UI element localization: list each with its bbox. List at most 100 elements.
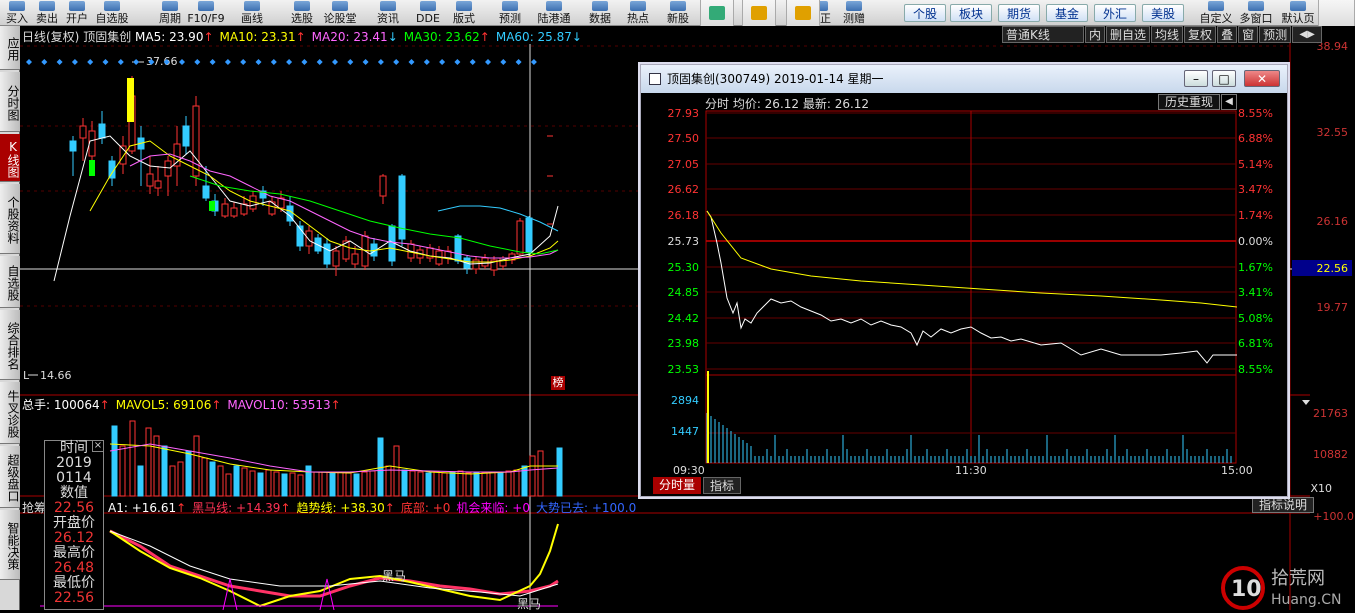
volume-bar (161, 445, 168, 497)
indicator-name: 抢筹 (22, 501, 47, 515)
app-icon (649, 73, 661, 85)
toolbar-item-18[interactable]: 测赠 (834, 0, 874, 26)
candle-body (202, 185, 210, 199)
sidebar-tab-2[interactable]: K线图 (0, 134, 20, 182)
volume-bar (289, 472, 296, 497)
toolbar-item-11[interactable]: 版式 (444, 0, 484, 26)
toolbar-item-8[interactable]: 论股堂 (320, 0, 360, 26)
toolbar-item-16[interactable]: 新股 (658, 0, 698, 26)
kline-control-7[interactable]: 预测 (1259, 26, 1292, 43)
toolbar-item-icon (546, 1, 562, 11)
kline-control-5[interactable]: 叠 (1217, 26, 1238, 43)
market-button-1[interactable]: 板块 (950, 4, 992, 22)
volume-bar (137, 465, 144, 497)
kline-nav-icon[interactable]: ◀▶ (1292, 26, 1323, 43)
sidebar-tab-4[interactable]: 自选股 (0, 256, 20, 308)
ma-item-label: MA60: 25.87 (495, 30, 572, 44)
sidebar-tab-8[interactable]: 智能决策 (0, 510, 20, 580)
ma-item-arrow: ↓ (387, 30, 398, 44)
history-nav-icon[interactable]: ◀ (1221, 94, 1237, 110)
volume-bar (329, 472, 336, 497)
ind-item-arrow: ↑ (280, 501, 291, 515)
intraday-svg: 27.93 8.55% 27.50 6.88% 27.05 5.14% 26.62 3.47%… (641, 93, 1287, 496)
right-pct-label: 8.55% (1238, 107, 1273, 120)
ind-item-5: 大势已去: +100.0 (536, 501, 636, 515)
toolbar-item-7[interactable]: 选股 (282, 0, 322, 26)
toolbar-item-icon (630, 1, 646, 11)
toolbar-item-5[interactable]: F10/F9 (186, 0, 226, 26)
toolbar-item-label: 自选股 (95, 12, 129, 25)
market-button-2[interactable]: 期货 (998, 4, 1040, 22)
volume-bar (145, 427, 152, 497)
sidebar-tab-6[interactable]: 牛叉诊股 (0, 382, 20, 444)
volume-bar (393, 445, 400, 497)
tab-fenshiliang[interactable]: 分时量 (653, 477, 702, 494)
kline-control-4[interactable]: 复权 (1184, 26, 1217, 43)
toolbar-item-label: 周期 (159, 12, 181, 25)
candle-body (472, 259, 480, 270)
info-date: 0114 (56, 470, 92, 486)
right-pct-label: 1.74% (1238, 209, 1273, 222)
market-button-5[interactable]: 美股 (1142, 4, 1184, 22)
tab-zhibiao[interactable]: 指标 (703, 477, 742, 494)
toolbar-item-15[interactable]: 热点 (618, 0, 658, 26)
volume-bar (193, 435, 200, 497)
history-replay-button[interactable]: 历史重现 (1158, 94, 1220, 110)
maximize-button[interactable]: □ (1212, 70, 1236, 87)
indicator-legend: A1: +16.61↑ 黑马线: +14.39↑ 趋势线: +38.30↑ 底部: +… (108, 501, 642, 515)
kline-control-6[interactable]: 窗 (1238, 26, 1259, 43)
toolbar-item-12[interactable]: 预测 (490, 0, 530, 26)
intraday-popup[interactable]: 顶固集创(300749) 2019-01-14 星期一 – □ ✕ 27.93 8… (640, 64, 1288, 497)
ma-item-1: MA10: 23.31↑ (220, 30, 306, 44)
market-button-4[interactable]: 外汇 (1094, 4, 1136, 22)
toolbar-item-4[interactable]: 周期 (150, 0, 190, 26)
minimize-button[interactable]: – (1184, 70, 1208, 87)
ind-item-0: A1: +16.61↑ (108, 501, 186, 515)
volume-bar (537, 450, 544, 497)
sidebar: 应用 分时图 K线图 个股资料 自选股 综合排名 牛叉诊股 超级盘口 智能决策 (0, 26, 20, 610)
info-open: 26.12 (53, 530, 95, 546)
grid-icon[interactable] (700, 0, 734, 26)
market-button-3[interactable]: 基金 (1046, 4, 1088, 22)
volume-bar (119, 445, 126, 497)
toolbar-item-20[interactable]: 多窗口 (1236, 0, 1276, 26)
toolbar-item-21[interactable]: 默认页 (1278, 0, 1318, 26)
sidebar-tab-0[interactable]: 应用 (0, 26, 20, 70)
sidebar-tab-3[interactable]: 个股资料 (0, 184, 20, 254)
toolbar-item-19[interactable]: 自定义 (1196, 0, 1236, 26)
toolbar-item-14[interactable]: 数据 (580, 0, 620, 26)
crosshair-info-box: 时间 2019 0114 数值 22.56 开盘价 26.12 最高价 26.4… (44, 440, 104, 610)
market-button-0[interactable]: 个股 (904, 4, 946, 22)
toolbar-item-1[interactable]: 卖出 (32, 0, 62, 26)
toolbar-item-9[interactable]: 资讯 (368, 0, 408, 26)
toolbar-item-3[interactable]: 自选股 (92, 0, 132, 26)
ind-item-arrow: ↑ (384, 501, 395, 515)
ind-item-label: 趋势线: +38.30 (296, 501, 385, 515)
volume-bar (297, 474, 304, 497)
indicator-explain-button[interactable]: 指标说明 (1252, 497, 1314, 513)
back-arrow-icon[interactable] (742, 0, 776, 26)
kline-control-2[interactable]: 删自选 (1106, 26, 1151, 43)
toolbar-item-10[interactable]: DDE (408, 0, 448, 26)
info-close-icon[interactable]: × (92, 440, 104, 452)
toolbar-item-13[interactable]: 陆港通 (534, 0, 574, 26)
refresh-icon[interactable] (1318, 0, 1355, 26)
current-price: 22.56 (1317, 262, 1349, 275)
close-button[interactable]: ✕ (1244, 70, 1280, 87)
down-arrow-icon[interactable] (786, 0, 820, 26)
toolbar-item-2[interactable]: 开户 (62, 0, 92, 26)
kline-control-3[interactable]: 均线 (1151, 26, 1184, 43)
volume-bar (217, 465, 224, 497)
watermark-url: Huang.CN (1271, 592, 1341, 608)
toolbar-item-icon (502, 1, 518, 11)
kline-control-1[interactable]: 内 (1085, 26, 1106, 43)
sidebar-tab-5[interactable]: 综合排名 (0, 310, 20, 380)
sidebar-tab-1[interactable]: 分时图 (0, 72, 20, 132)
sidebar-tab-7[interactable]: 超级盘口 (0, 446, 20, 508)
rank-badge[interactable]: 榜 (551, 376, 565, 390)
toolbar-item-6[interactable]: 画线 (232, 0, 272, 26)
kline-control-0[interactable]: 普通K线 (1002, 26, 1084, 43)
volume-bar (465, 472, 472, 497)
info-year: 2019 (56, 455, 92, 471)
toolbar-item-0[interactable]: 买入 (2, 0, 32, 26)
